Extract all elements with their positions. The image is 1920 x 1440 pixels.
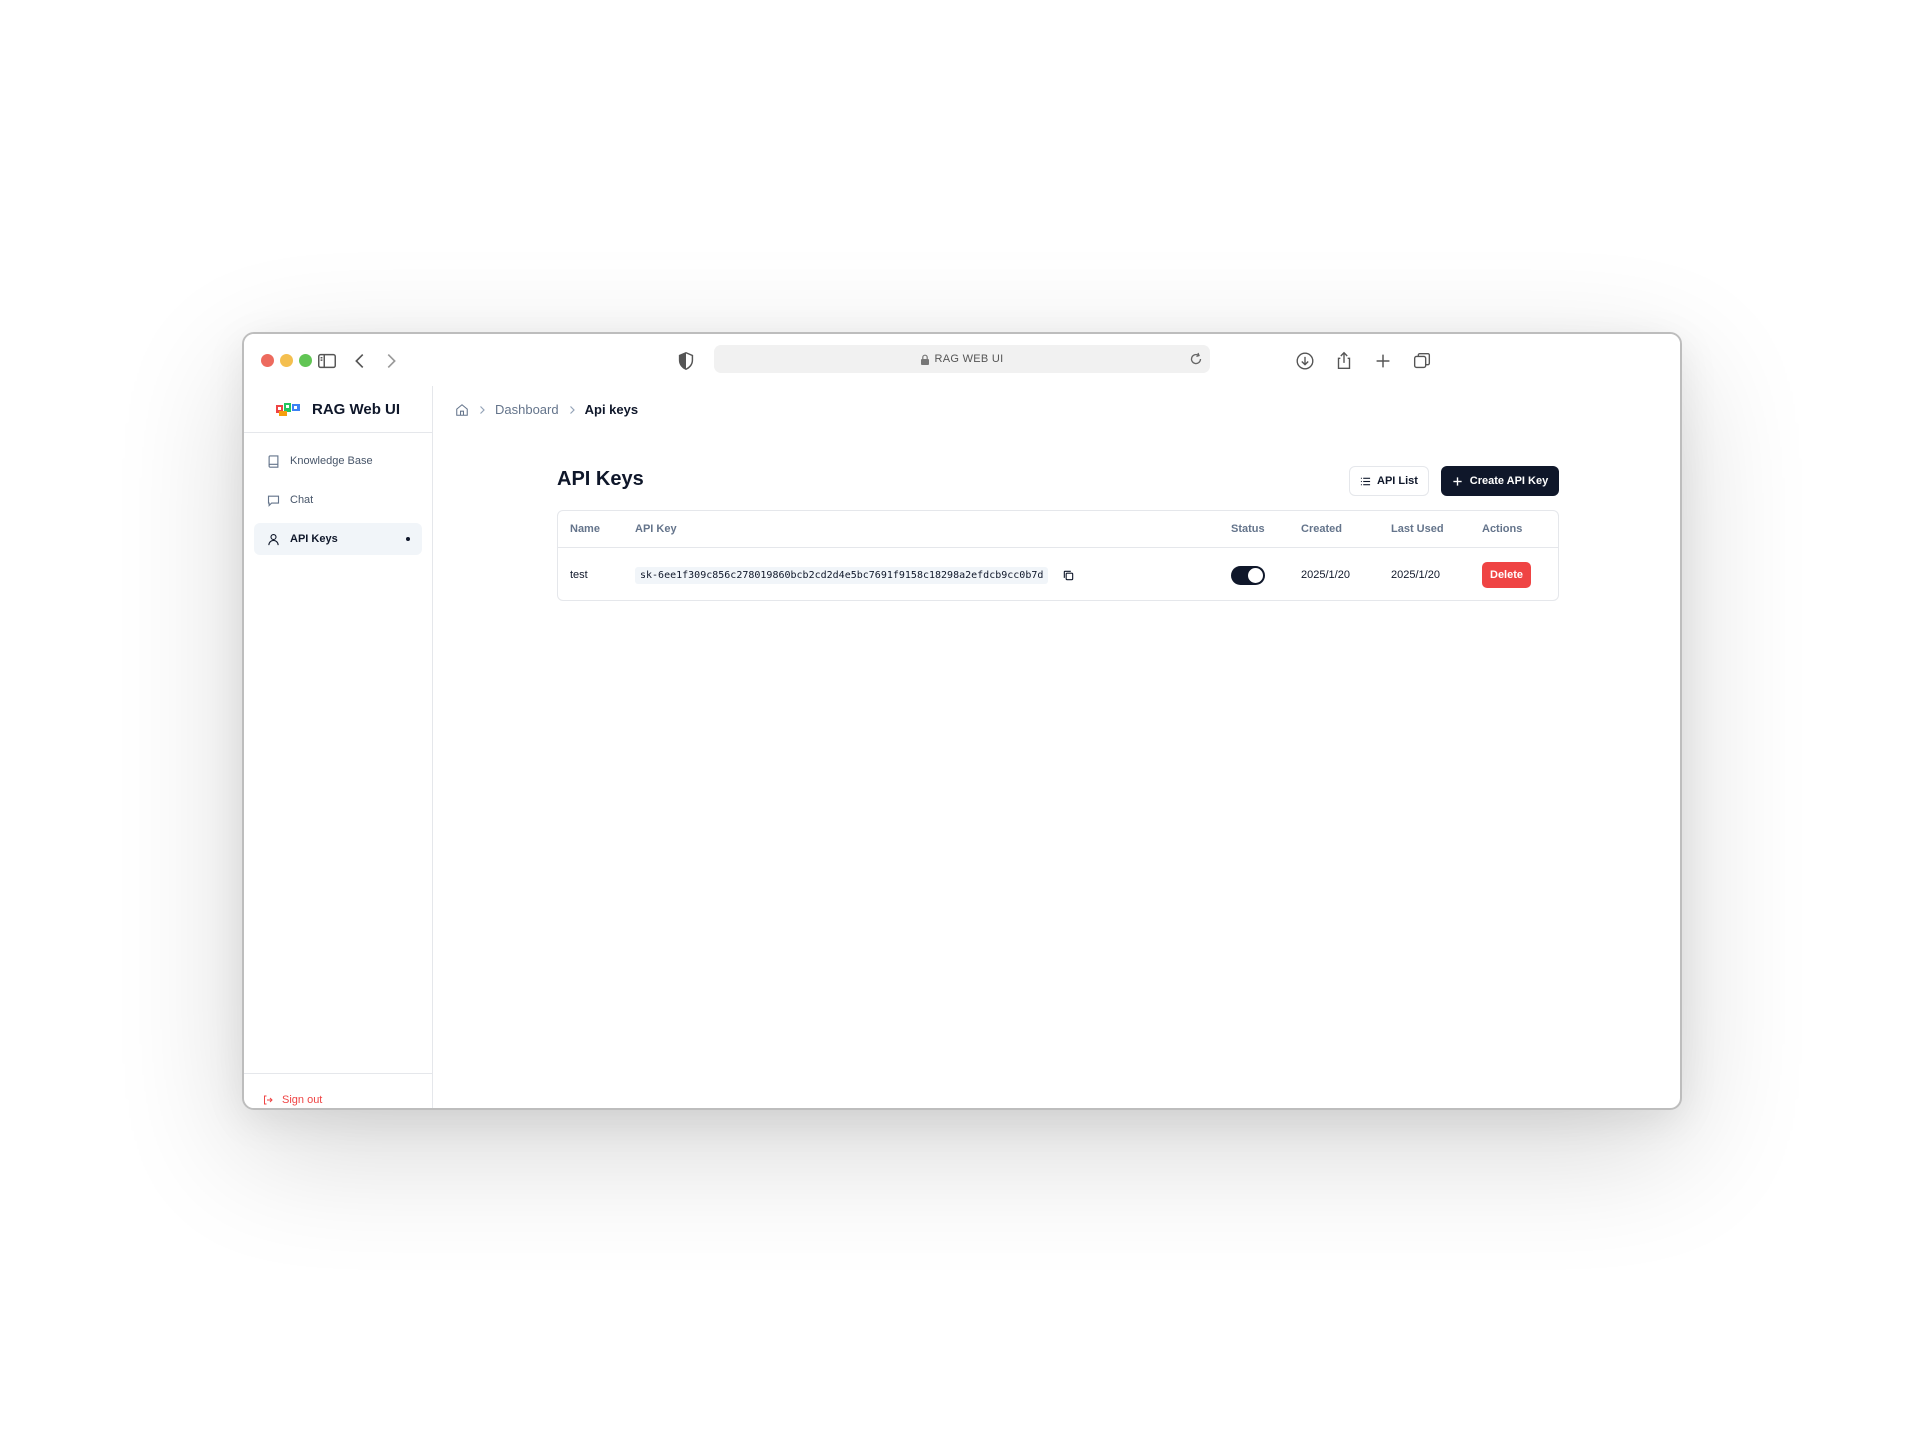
delete-button[interactable]: Delete: [1482, 562, 1532, 588]
cell-status: [1231, 548, 1265, 600]
column-header-last-used: Last Used: [1391, 523, 1444, 535]
forward-icon[interactable]: [378, 348, 404, 374]
create-api-key-label: Create API Key: [1469, 475, 1549, 487]
share-icon[interactable]: [1331, 348, 1357, 374]
user-icon: [268, 533, 279, 545]
zoom-window-button[interactable]: [299, 354, 312, 367]
copy-icon[interactable]: [1062, 569, 1075, 582]
column-header-actions: Actions: [1482, 523, 1523, 535]
address-text: RAG WEB UI: [934, 353, 1004, 365]
column-header-created: Created: [1301, 523, 1342, 535]
cell-last-used: 2025/1/20: [1391, 569, 1440, 581]
plus-icon: [1453, 476, 1462, 486]
new-tab-icon[interactable]: [1370, 348, 1396, 374]
column-header-status: Status: [1231, 523, 1265, 535]
create-api-key-button[interactable]: Create API Key: [1441, 466, 1559, 496]
table-row: test sk-6ee1f309c856c278019860bcb2cd2d4e…: [558, 548, 1558, 600]
address-bar[interactable]: RAG WEB UI: [714, 345, 1210, 373]
sidebar-item-label: Knowledge Base: [290, 455, 373, 467]
active-indicator: [406, 537, 410, 541]
sign-out-button[interactable]: Sign out: [262, 1094, 322, 1106]
status-toggle[interactable]: [1231, 565, 1265, 585]
home-icon[interactable]: [455, 403, 469, 417]
brand[interactable]: RAG Web UI: [244, 386, 432, 433]
sidebar-item-label: Chat: [290, 494, 314, 506]
close-window-button[interactable]: [261, 354, 274, 367]
list-icon: [1360, 477, 1371, 485]
api-key-value: sk-6ee1f309c856c278019860bcb2cd2d4e5bc76…: [635, 566, 1049, 584]
sidebar-item-api-keys[interactable]: API Keys: [254, 523, 422, 555]
sidebar-toggle-icon[interactable]: [314, 348, 340, 374]
message-square-icon: [267, 495, 280, 507]
back-icon[interactable]: [347, 348, 373, 374]
main-content: Dashboard Api keys API Keys API List Cre…: [433, 386, 1680, 1108]
toggle-knob: [1248, 567, 1263, 583]
cell-api-key: sk-6ee1f309c856c278019860bcb2cd2d4e5bc76…: [635, 548, 1075, 600]
breadcrumb: Dashboard Api keys: [455, 402, 638, 417]
table-header: Name API Key Status Created Last Used Ac…: [558, 511, 1558, 548]
api-list-label: API List: [1377, 475, 1418, 487]
lock-icon: [921, 354, 930, 365]
tab-overview-icon[interactable]: [1409, 348, 1435, 374]
sidebar-item-knowledge-base[interactable]: Knowledge Base: [254, 445, 422, 477]
cell-actions: Delete: [1482, 548, 1532, 600]
api-list-button[interactable]: API List: [1349, 466, 1429, 496]
brand-name: RAG Web UI: [312, 400, 401, 418]
column-header-api-key: API Key: [635, 523, 677, 535]
breadcrumb-dashboard[interactable]: Dashboard: [495, 402, 559, 417]
reload-icon[interactable]: [1188, 351, 1204, 367]
chevron-right-icon: [480, 405, 485, 414]
chevron-right-icon: [569, 405, 575, 414]
breadcrumb-current: Api keys: [584, 402, 639, 417]
sidebar-item-chat[interactable]: Chat: [254, 484, 422, 516]
minimize-window-button[interactable]: [280, 354, 293, 367]
sidebar-nav: Knowledge Base Chat API Keys: [244, 433, 432, 574]
api-keys-table: Name API Key Status Created Last Used Ac…: [557, 510, 1559, 601]
book-icon: [268, 454, 279, 468]
page-title: API Keys: [557, 468, 644, 490]
sidebar-item-label: API Keys: [290, 533, 338, 545]
sidebar: RAG Web UI Knowledge Base Chat API Keys …: [244, 386, 433, 1108]
app-logo-icon: [276, 403, 300, 416]
download-icon[interactable]: [1292, 348, 1318, 374]
log-out-icon: [264, 1095, 273, 1105]
sidebar-footer: Sign out: [244, 1073, 432, 1108]
column-header-name: Name: [570, 523, 600, 535]
cell-created: 2025/1/20: [1301, 569, 1350, 581]
shield-icon[interactable]: [673, 348, 699, 374]
browser-titlebar: RAG WEB UI: [244, 334, 1680, 386]
cell-name: test: [570, 569, 588, 581]
sign-out-label: Sign out: [282, 1094, 323, 1106]
browser-window: RAG WEB UI RAG Web UI Knowledge Base Cha…: [242, 332, 1682, 1110]
